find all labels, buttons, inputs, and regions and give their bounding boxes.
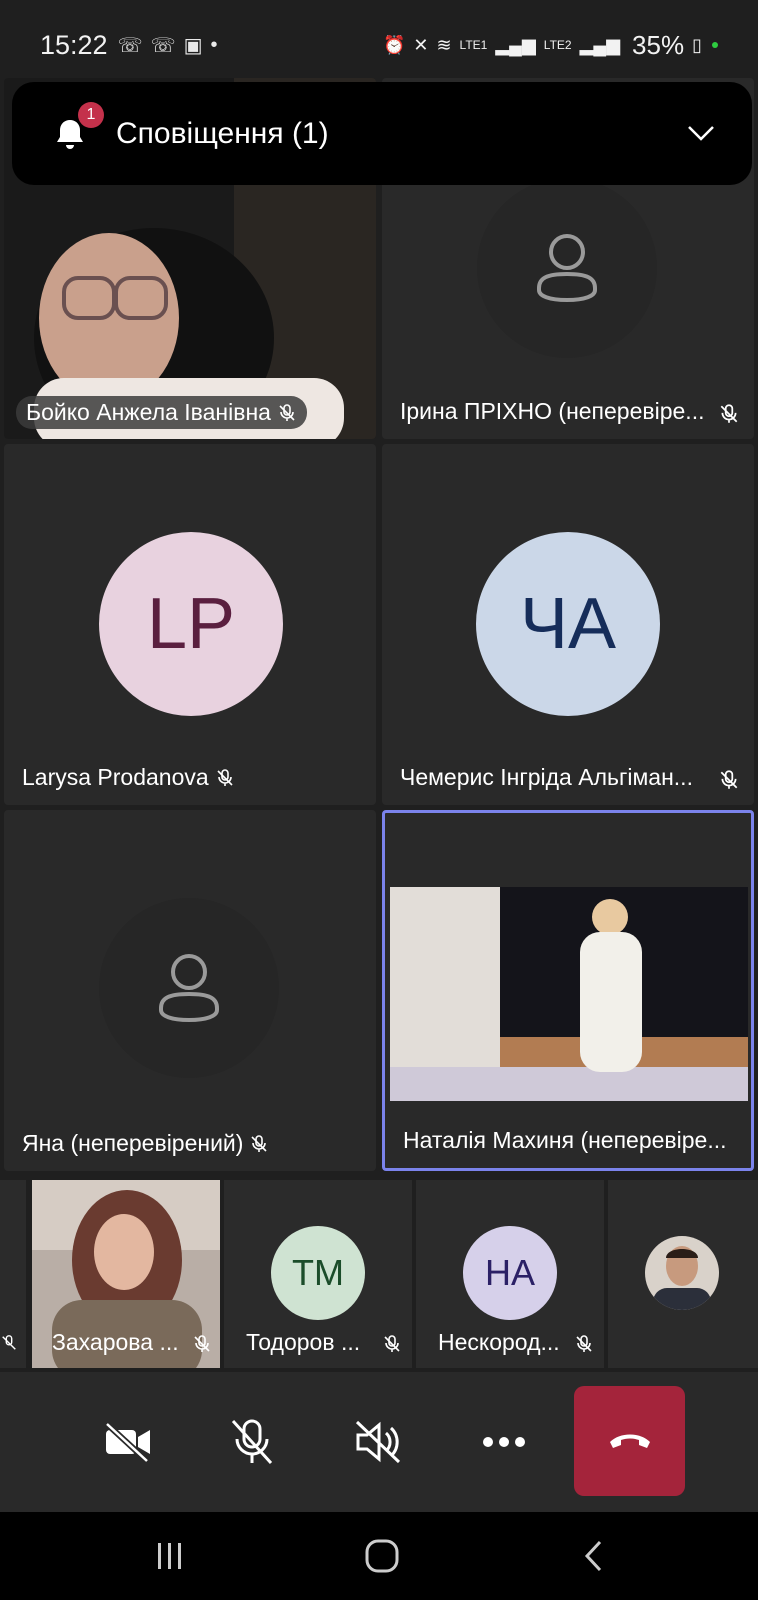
participant-tile[interactable]: LP Larysa Prodanova [4, 444, 376, 805]
strip-tile[interactable] [608, 1180, 758, 1368]
mic-toggle-button[interactable] [212, 1402, 292, 1482]
mic-off-icon [231, 1419, 273, 1465]
participant-video [390, 887, 748, 1101]
mic-off-icon [576, 1335, 592, 1352]
mic-off-icon [720, 404, 738, 423]
strip-name-text: Нескород... [438, 1329, 560, 1355]
status-time: 15:22 [40, 29, 108, 60]
network2-label: LTE2 [543, 38, 572, 52]
home-button[interactable] [360, 1534, 404, 1578]
strip-tile[interactable]: ТМ Тодоров ... [224, 1180, 412, 1368]
initials-avatar: НА [463, 1226, 557, 1320]
participant-name: Ірина ПРІХНО (неперевіре... [400, 398, 704, 425]
mic-off-icon [217, 768, 233, 786]
strip-name: Захарова ... [52, 1329, 179, 1356]
participant-tile[interactable]: ЧА Чемерис Інгріда Альгіман... [382, 444, 754, 805]
battery-icon: ▯ [692, 34, 702, 55]
participant-name-text: Чемерис Інгріда Альгіман... [400, 764, 693, 790]
avatar-initials: ТМ [292, 1252, 344, 1293]
speaker-toggle-button[interactable] [338, 1402, 418, 1482]
avatar-initials: ЧА [519, 584, 616, 664]
participant-name: Larysa Prodanova [22, 764, 235, 791]
hangup-button[interactable] [574, 1386, 685, 1496]
viber-icon: ☏ [117, 34, 143, 57]
call-controls [0, 1372, 758, 1512]
chevron-down-icon[interactable] [686, 118, 716, 148]
person-icon [159, 954, 219, 1023]
person-icon [537, 234, 597, 303]
wifi-icon: ≋ [436, 34, 452, 55]
strip-tile[interactable]: НА Нескород... [416, 1180, 604, 1368]
camera-off-icon [104, 1421, 150, 1463]
mic-off-icon [279, 403, 295, 421]
signal-icon: ▂▄▆ [495, 34, 536, 55]
network1-label: LTE1 [459, 38, 488, 52]
more-options-button[interactable] [464, 1402, 544, 1482]
strip-name-text: Захарова ... [52, 1329, 179, 1355]
participant-tile[interactable]: Яна (неперевірений) [4, 810, 376, 1171]
mic-off-icon [2, 1335, 16, 1350]
participant-name-text: Яна (неперевірений) [22, 1130, 244, 1156]
participant-name: Яна (неперевірений) [22, 1130, 269, 1157]
camera-toggle-button[interactable] [88, 1402, 168, 1482]
avatar-initials: НА [484, 1252, 535, 1293]
notification-badge: 1 [78, 101, 104, 128]
speaker-off-icon [355, 1420, 401, 1464]
hangup-icon [609, 1434, 650, 1448]
system-nav-bar [0, 1512, 758, 1600]
back-button[interactable] [572, 1534, 616, 1578]
back-icon [584, 1540, 602, 1572]
initials-avatar: LP [99, 532, 283, 716]
participant-name-text: Бойко Анжела Іванівна [26, 399, 271, 425]
strip-tile[interactable]: Захарова ... [32, 1180, 220, 1368]
avatar-initials: LP [146, 584, 236, 664]
mic-off-icon [720, 770, 738, 789]
participant-tile-active[interactable]: Наталія Махиня (неперевіре... [382, 810, 754, 1171]
participant-name-text: Ірина ПРІХНО (неперевіре... [400, 398, 705, 424]
strip-name: Тодоров ... [246, 1329, 360, 1356]
vibrate-icon: ✕ [413, 34, 429, 55]
placeholder-avatar [477, 178, 657, 358]
dot-icon: • [210, 33, 218, 56]
notification-title: Сповіщення (1) [116, 116, 329, 150]
strip-tile-partial[interactable] [0, 1180, 26, 1368]
participant-name: Чемерис Інгріда Альгіман... [400, 764, 693, 791]
participant-name-text: Наталія Махиня (неперевіре... [403, 1127, 727, 1153]
participant-name-text: Larysa Prodanova [22, 764, 209, 790]
gallery-icon: ▣ [183, 34, 203, 57]
home-icon [365, 1539, 399, 1573]
more-icon [483, 1437, 525, 1447]
mic-off-icon [384, 1335, 400, 1352]
participant-name: Бойко Анжела Іванівна [16, 396, 307, 429]
mic-off-icon [251, 1134, 268, 1152]
initials-avatar: ЧА [476, 532, 660, 716]
recent-apps-icon [158, 1543, 181, 1569]
strip-name-text: Тодоров ... [246, 1329, 361, 1355]
mic-off-icon [194, 1335, 210, 1352]
signal-icon-2: ▂▄▆ [579, 34, 621, 55]
strip-name: Нескород... [438, 1329, 560, 1356]
photo-avatar [645, 1236, 719, 1310]
participant-photo [645, 1236, 719, 1310]
privacy-dot [712, 42, 718, 48]
alarm-icon: ⏰ [382, 34, 406, 55]
recent-apps-button[interactable] [148, 1534, 192, 1578]
status-bar: 15:22 ☏ ☏ ▣ • ⏰ ✕ ≋ LTE1 ▂▄▆ LTE2 ▂▄▆ 35… [0, 0, 758, 90]
notification-banner[interactable]: 1 Сповіщення (1) [12, 82, 752, 185]
initials-avatar: ТМ [271, 1226, 365, 1320]
battery-label: 35% [632, 29, 685, 60]
bell-icon: 1 [50, 101, 104, 154]
placeholder-avatar [99, 898, 279, 1078]
status-icons: ⏰ ✕ ≋ LTE1 ▂▄▆ LTE2 ▂▄▆ 35% ▯ [383, 30, 718, 61]
viber-icon-2: ☏ [150, 34, 176, 57]
participant-name: Наталія Махиня (неперевіре... [403, 1127, 727, 1154]
